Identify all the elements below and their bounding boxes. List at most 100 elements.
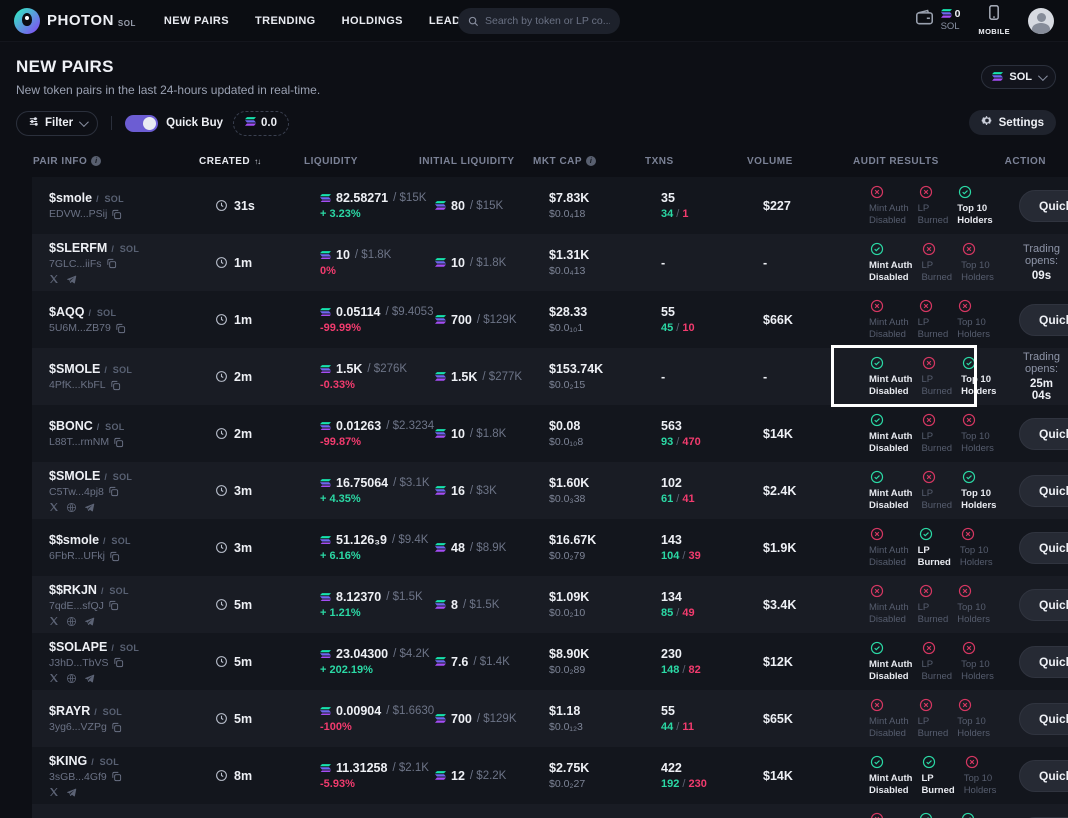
table-row[interactable]: $$smole/ SOL 6FbR...UFkj 3m 51.126₃9/ $9… (32, 519, 1068, 576)
telegram-icon[interactable] (84, 673, 95, 684)
search-bar[interactable] (458, 8, 620, 34)
table-row[interactable]: $smole/ SOL EDVW...PSij 31s 82.58271/ $1… (32, 177, 1068, 234)
website-icon[interactable] (66, 673, 77, 684)
table-row[interactable]: $Slerf AI/ SOL 20.44107/ $3.8K $1.91K 12… (32, 804, 1068, 818)
token-name[interactable]: $BONC (49, 419, 93, 433)
col-created[interactable]: CREATED↑↓ (199, 156, 304, 167)
x-twitter-icon[interactable] (49, 274, 59, 284)
copy-icon[interactable] (111, 722, 122, 733)
pair-info-cell[interactable]: $SOLAPE/ SOL J3hD...TbVS (49, 640, 215, 684)
x-twitter-icon[interactable] (49, 502, 59, 512)
settings-button[interactable]: Settings (969, 110, 1056, 135)
quick-buy-amount-input[interactable]: 0.0 (233, 111, 289, 136)
col-initial-liquidity[interactable]: INITIAL LIQUIDITY (419, 156, 533, 167)
telegram-icon[interactable] (84, 616, 95, 627)
table-row[interactable]: $SLERFM/ SOL 7GLC...iiFs 1m 10/ $1.8K 0%… (32, 234, 1068, 291)
photon-logo[interactable]: PHOTON SOL (14, 8, 136, 34)
token-name[interactable]: $SLERFM (49, 241, 107, 255)
copy-icon[interactable] (109, 551, 120, 562)
telegram-icon[interactable] (66, 787, 77, 798)
quick-buy-button[interactable]: Quick Buy (1019, 703, 1068, 735)
pair-info-cell[interactable]: $BONC/ SOL L88T...rmNM (49, 419, 215, 448)
x-twitter-icon[interactable] (49, 616, 59, 626)
x-twitter-icon[interactable] (49, 787, 59, 797)
quick-buy-button[interactable]: Quick Buy (1019, 475, 1068, 507)
col-liquidity[interactable]: LIQUIDITY (304, 156, 419, 167)
copy-icon[interactable] (113, 437, 124, 448)
website-icon[interactable] (66, 502, 77, 513)
table-row[interactable]: $SMOLE/ SOL C5Tw...4pj8 3m 16.75064/ $3.… (32, 462, 1068, 519)
quick-buy-button[interactable]: Quick Buy (1019, 190, 1068, 222)
filter-button[interactable]: Filter (16, 111, 98, 136)
token-name[interactable]: $RAYR (49, 704, 90, 718)
nav-link-new-pairs[interactable]: NEW PAIRS (164, 15, 229, 27)
copy-address-icon[interactable] (108, 486, 119, 497)
telegram-icon[interactable] (84, 673, 95, 684)
col-pair-info[interactable]: PAIR INFOi (33, 156, 199, 167)
quick-buy-toggle[interactable] (125, 115, 158, 132)
table-row[interactable]: $SMOLE/ SOL 4PfK...KbFL 2m 1.5K/ $276K -… (32, 348, 1068, 405)
copy-icon[interactable] (111, 209, 122, 220)
table-row[interactable]: $AQQ/ SOL 5U6M...ZB79 1m 0.05114/ $9.405… (32, 291, 1068, 348)
x-twitter-icon[interactable] (49, 787, 59, 797)
pair-info-cell[interactable]: $SMOLE/ SOL 4PfK...KbFL (49, 362, 215, 391)
copy-address-icon[interactable] (115, 323, 126, 334)
x-twitter-icon[interactable] (49, 673, 59, 683)
pair-info-cell[interactable]: $smole/ SOL EDVW...PSij (49, 191, 215, 220)
copy-icon[interactable] (108, 486, 119, 497)
table-row[interactable]: $BONC/ SOL L88T...rmNM 2m 0.01263/ $2.32… (32, 405, 1068, 462)
x-twitter-icon[interactable] (49, 673, 59, 683)
col-volume[interactable]: VOLUME (747, 156, 853, 167)
token-name[interactable]: $smole (49, 191, 92, 205)
x-twitter-icon[interactable] (49, 274, 59, 284)
table-row[interactable]: $SOLAPE/ SOL J3hD...TbVS 5m 23.04300/ $4… (32, 633, 1068, 690)
copy-address-icon[interactable] (111, 722, 122, 733)
mobile-button[interactable]: MOBILE (978, 5, 1010, 36)
copy-icon[interactable] (113, 657, 124, 668)
x-twitter-icon[interactable] (49, 502, 59, 512)
website-icon[interactable] (66, 502, 77, 513)
telegram-icon[interactable] (66, 274, 77, 285)
token-name[interactable]: $SMOLE (49, 469, 100, 483)
col-txns[interactable]: TXNS (645, 156, 747, 167)
website-icon[interactable] (66, 673, 77, 684)
copy-address-icon[interactable] (106, 258, 117, 269)
wallet-balance[interactable]: 0 SOL (915, 9, 961, 32)
quick-buy-button[interactable]: Quick Buy (1019, 532, 1068, 564)
telegram-icon[interactable] (66, 787, 77, 798)
col-audit-results[interactable]: AUDIT RESULTS (853, 156, 1003, 167)
copy-address-icon[interactable] (108, 600, 119, 611)
pair-info-cell[interactable]: $KING/ SOL 3sGB...4Gf9 (49, 754, 215, 798)
quick-buy-button[interactable]: Quick Buy (1019, 418, 1068, 450)
copy-address-icon[interactable] (111, 209, 122, 220)
telegram-icon[interactable] (84, 616, 95, 627)
currency-selector[interactable]: SOL (981, 65, 1056, 89)
token-name[interactable]: $SMOLE (49, 362, 100, 376)
quick-buy-button[interactable]: Quick Buy (1019, 589, 1068, 621)
telegram-icon[interactable] (66, 274, 77, 285)
copy-icon[interactable] (106, 258, 117, 269)
website-icon[interactable] (66, 616, 77, 627)
token-name[interactable]: $AQQ (49, 305, 84, 319)
table-row[interactable]: $KING/ SOL 3sGB...4Gf9 8m 11.31258/ $2.1… (32, 747, 1068, 804)
copy-address-icon[interactable] (109, 551, 120, 562)
quick-buy-button[interactable]: Quick Buy (1019, 646, 1068, 678)
copy-icon[interactable] (115, 323, 126, 334)
avatar[interactable] (1028, 8, 1054, 34)
pair-info-cell[interactable]: $SLERFM/ SOL 7GLC...iiFs (49, 241, 215, 285)
col-mkt-cap[interactable]: MKT CAPi (533, 156, 645, 167)
copy-address-icon[interactable] (113, 657, 124, 668)
pair-info-cell[interactable]: $$RKJN/ SOL 7qdE...sfQJ (49, 583, 215, 627)
copy-icon[interactable] (111, 771, 122, 782)
x-twitter-icon[interactable] (49, 616, 59, 626)
pair-info-cell[interactable]: $RAYR/ SOL 3yg6...VZPg (49, 704, 215, 733)
telegram-icon[interactable] (84, 502, 95, 513)
pair-info-cell[interactable]: $$smole/ SOL 6FbR...UFkj (49, 533, 215, 562)
quick-buy-button[interactable]: Quick Buy (1019, 304, 1068, 336)
table-row[interactable]: $$RKJN/ SOL 7qdE...sfQJ 5m 8.12370/ $1.5… (32, 576, 1068, 633)
copy-address-icon[interactable] (111, 771, 122, 782)
copy-icon[interactable] (110, 380, 121, 391)
telegram-icon[interactable] (84, 502, 95, 513)
quick-buy-button[interactable]: Quick Buy (1019, 760, 1068, 792)
pair-info-cell[interactable]: $SMOLE/ SOL C5Tw...4pj8 (49, 469, 215, 513)
